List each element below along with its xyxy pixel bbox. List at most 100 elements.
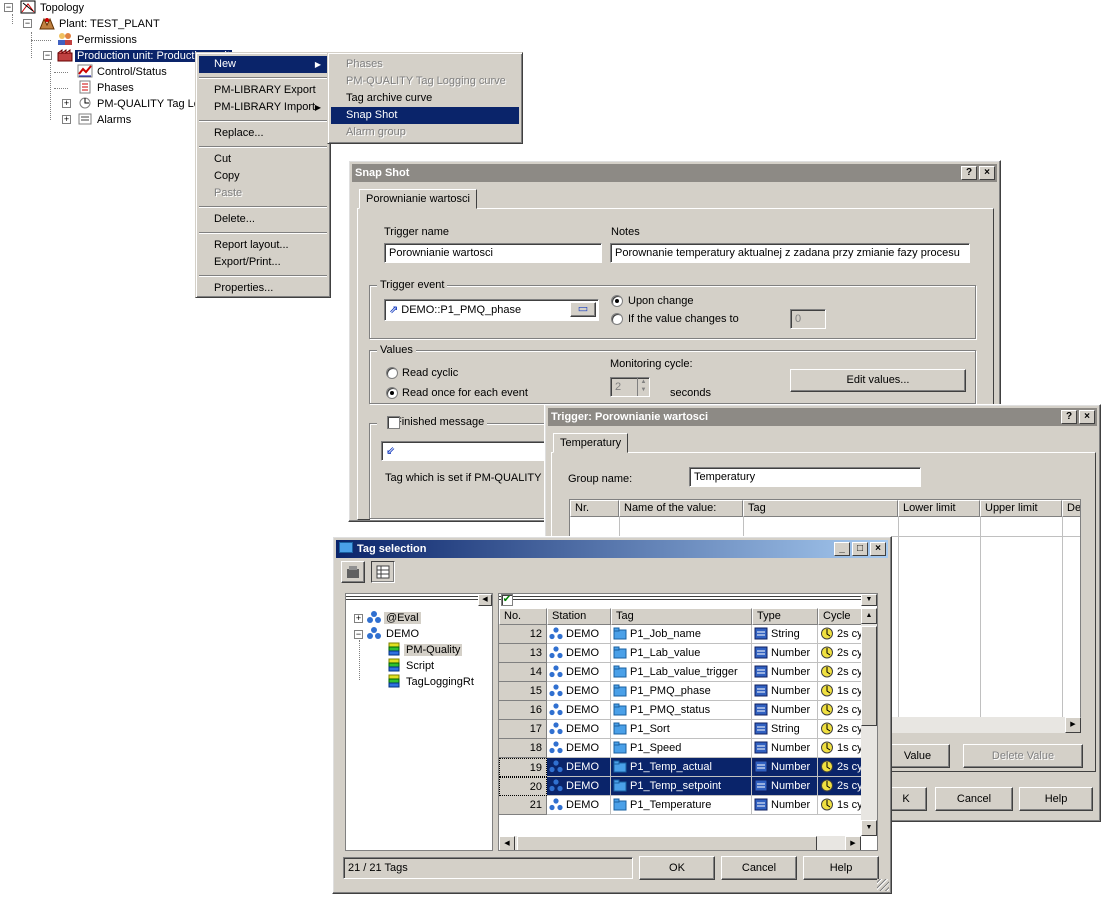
monitoring-cycle-field[interactable]: 2 ▲ ▼ <box>610 377 650 397</box>
select-all-checkbox[interactable]: ✔ <box>501 594 513 606</box>
help-button[interactable]: ? <box>1061 410 1077 424</box>
vertical-scrollbar[interactable]: ▲ ▼ <box>861 608 877 836</box>
value-changes-radio[interactable] <box>611 313 623 325</box>
column-header[interactable]: No. <box>499 608 547 625</box>
submenu-item-tag-archive-curve[interactable]: Tag archive curve <box>331 90 519 107</box>
scroll-left-icon[interactable]: ◀ <box>499 836 515 850</box>
column-header[interactable]: De <box>1062 500 1080 517</box>
upon-change-radio[interactable] <box>611 295 623 307</box>
collapse-toggle[interactable]: − <box>4 3 13 12</box>
column-header[interactable]: Upper limit <box>980 500 1062 517</box>
column-header[interactable]: Type <box>752 608 818 625</box>
ok-button[interactable]: OK <box>639 856 715 880</box>
horizontal-scrollbar[interactable]: ◀ ▶ <box>499 836 861 850</box>
tree-item-alarms[interactable]: Alarms <box>77 112 133 128</box>
column-header[interactable]: Lower limit <box>898 500 980 517</box>
submenu-item-snap-shot[interactable]: Snap Shot <box>331 107 519 124</box>
column-header[interactable]: Station <box>547 608 611 625</box>
menu-item-library-export[interactable]: PM-LIBRARY Export <box>199 82 327 99</box>
pane-splitter[interactable] <box>346 594 492 606</box>
menu-item-cut[interactable]: Cut <box>199 151 327 168</box>
menu-item-export-print[interactable]: Export/Print... <box>199 254 327 271</box>
resize-grip-icon[interactable] <box>877 879 889 891</box>
browse-tag-button[interactable]: ▭ <box>570 302 596 317</box>
tree-item-script[interactable]: Script <box>386 658 436 674</box>
collapse-toggle[interactable]: − <box>23 19 32 28</box>
tree-item-phases[interactable]: Phases <box>77 80 136 96</box>
tab-porownianie[interactable]: Porownianie wartosci <box>359 189 477 209</box>
list-view-button[interactable] <box>371 561 395 583</box>
cancel-button[interactable]: Cancel <box>721 856 797 880</box>
dropdown-icon[interactable]: ▼ <box>861 594 877 606</box>
finished-message-checkbox[interactable] <box>387 416 400 429</box>
menu-item-replace[interactable]: Replace... <box>199 125 327 142</box>
tree-item-tag-logging[interactable]: TagLoggingRt <box>386 674 476 690</box>
add-value-button[interactable]: Value <box>885 744 950 768</box>
minimize-button[interactable]: _ <box>834 542 850 556</box>
tree-label: Script <box>406 660 435 672</box>
finished-tag-field[interactable]: ⇙ <box>381 441 561 461</box>
tree-item-plant[interactable]: Plant: TEST_PLANT <box>39 16 162 32</box>
scroll-thumb[interactable] <box>861 626 877 726</box>
tree-item-pm-quality[interactable]: PM-Quality <box>386 642 463 658</box>
change-value-field[interactable]: 0 <box>790 309 826 329</box>
submenu-item-phases[interactable]: Phases <box>331 56 519 73</box>
data-type-icon <box>754 703 768 716</box>
close-button[interactable]: × <box>979 166 995 180</box>
column-header[interactable]: Nr. <box>570 500 619 517</box>
menu-item-properties[interactable]: Properties... <box>199 280 327 297</box>
tree-item-pmq-tag-log[interactable]: PM-QUALITY Tag Log <box>77 96 208 112</box>
trigger-name-field[interactable]: Porownianie wartosci <box>384 243 602 263</box>
menu-item-library-import[interactable]: PM-LIBRARY Import ▶ <box>199 99 327 116</box>
help-button[interactable]: ? <box>961 166 977 180</box>
read-cyclic-radio[interactable] <box>386 367 398 379</box>
tree-item-demo[interactable]: DEMO <box>366 626 421 642</box>
cell-text: 2s cy <box>837 704 863 716</box>
column-header[interactable]: Name of the value: <box>619 500 743 517</box>
cell-text: 16 <box>529 704 542 716</box>
tree-view-button[interactable] <box>341 561 365 583</box>
edit-values-button[interactable]: Edit values... <box>790 369 966 392</box>
tree-item-control-status[interactable]: Control/Status <box>77 64 169 80</box>
menu-item-paste[interactable]: Paste <box>199 185 327 202</box>
help-button[interactable]: Help <box>1019 787 1093 811</box>
tree-item-topology[interactable]: Topology <box>20 0 86 16</box>
close-button[interactable]: × <box>870 542 886 556</box>
notes-field[interactable]: Porownanie temperatury aktualnej z zadan… <box>610 243 970 263</box>
tab-temperatury[interactable]: Temperatury <box>553 433 629 453</box>
collapse-toggle[interactable]: − <box>43 51 52 60</box>
submenu-item-tag-logging-curve[interactable]: PM-QUALITY Tag Logging curve <box>331 73 519 90</box>
help-button[interactable]: Help <box>803 856 879 880</box>
scroll-left-icon[interactable]: ◀ <box>478 594 492 606</box>
menu-item-delete[interactable]: Delete... <box>199 211 327 228</box>
collapse-toggle[interactable]: − <box>354 630 363 639</box>
read-once-radio[interactable] <box>386 387 398 399</box>
trigger-event-field[interactable]: ⇗ DEMO::P1_PMQ_phase ▭ <box>384 299 599 321</box>
menu-item-copy[interactable]: Copy <box>199 168 327 185</box>
column-header[interactable]: Tag <box>743 500 898 517</box>
column-header[interactable]: Tag <box>611 608 752 625</box>
horizontal-scrollbar[interactable]: ▶ <box>889 717 1081 733</box>
scroll-up-icon[interactable]: ▲ <box>861 608 877 624</box>
scroll-right-icon[interactable]: ▶ <box>845 836 861 850</box>
cycle-clock-icon <box>821 779 833 792</box>
scroll-down-icon[interactable]: ▼ <box>861 820 877 836</box>
tree-item-eval[interactable]: @Eval <box>366 610 421 626</box>
menu-item-report-layout[interactable]: Report layout... <box>199 237 327 254</box>
submenu-item-alarm-group[interactable]: Alarm group <box>331 124 519 141</box>
spin-arrows-icon[interactable]: ▲ ▼ <box>637 378 649 396</box>
menu-item-new[interactable]: New ▶ <box>199 56 327 73</box>
tree-item-permissions[interactable]: Permissions <box>57 32 139 48</box>
expand-toggle[interactable]: + <box>62 115 71 124</box>
scroll-right-icon[interactable]: ▶ <box>1065 717 1081 733</box>
cancel-button[interactable]: Cancel <box>935 787 1013 811</box>
delete-value-button[interactable]: Delete Value <box>963 744 1083 768</box>
group-name-field[interactable]: Temperatury <box>689 467 921 487</box>
expand-toggle[interactable]: + <box>62 99 71 108</box>
maximize-button[interactable]: □ <box>852 542 868 556</box>
table-cell-no: 13 <box>499 644 547 663</box>
scroll-thumb[interactable] <box>517 836 817 850</box>
expand-toggle[interactable]: + <box>354 614 363 623</box>
pane-splitter[interactable] <box>499 594 877 606</box>
close-button[interactable]: × <box>1079 410 1095 424</box>
